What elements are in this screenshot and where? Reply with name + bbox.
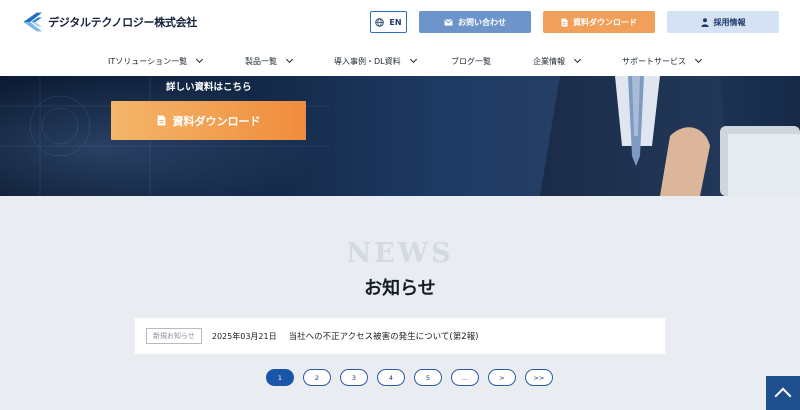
language-label: EN	[389, 17, 402, 27]
site-header: デジタルテクノロジー株式会社 EN お問い合わせ 資料ダウンロード 採用情報 I…	[0, 0, 800, 76]
download-label: 資料ダウンロード	[573, 17, 637, 27]
back-to-top-button[interactable]	[766, 376, 800, 410]
news-item[interactable]: 新規お知らせ 2025年03月21日 当社への不正アクセス被害の発生について(第…	[135, 318, 665, 354]
main-nav: ITソリューション一覧 製品一覧 導入事例・DL資料 ブログ一覧 企業情報 サポ…	[0, 52, 800, 70]
page-1-button[interactable]: 1	[266, 369, 294, 386]
chevron-up-icon	[774, 387, 792, 405]
nav-item-blog[interactable]: ブログ一覧	[451, 52, 491, 70]
news-heading-ja: お知らせ	[364, 278, 436, 299]
nav-item-label: サポートサービス	[622, 56, 686, 66]
nav-item-label: ブログ一覧	[451, 56, 491, 66]
download-button[interactable]: 資料ダウンロード	[543, 11, 655, 33]
header-actions: EN お問い合わせ 資料ダウンロード 採用情報	[370, 11, 779, 33]
chevron-down-icon	[285, 55, 294, 64]
page-4-button[interactable]: 4	[377, 369, 405, 386]
company-name: デジタルテクノロジー株式会社	[48, 16, 197, 29]
person-icon	[700, 17, 709, 27]
recruit-label: 採用情報	[713, 17, 746, 27]
chevron-down-icon	[694, 55, 703, 64]
news-title: 当社への不正アクセス被害の発生について(第2報)	[288, 332, 479, 342]
nav-item-support[interactable]: サポートサービス	[622, 52, 703, 70]
businessman-photo	[540, 76, 800, 196]
page-2-button[interactable]: 2	[303, 369, 331, 386]
chevron-down-icon	[196, 55, 204, 64]
page-5-button[interactable]: 5	[414, 369, 442, 386]
nav-item-products[interactable]: 製品一覧	[245, 52, 294, 70]
next-page-button[interactable]: >	[488, 369, 516, 386]
nav-item-label: 導入事例・DL資料	[334, 56, 401, 66]
nav-item-company[interactable]: 企業情報	[533, 52, 582, 70]
page-ellipsis: …	[451, 369, 479, 386]
last-page-button[interactable]: >>	[525, 369, 553, 386]
page-3-button[interactable]: 3	[340, 369, 368, 386]
hero-download-button[interactable]: 資料ダウンロード	[111, 101, 306, 140]
nav-item-label: 企業情報	[533, 56, 565, 66]
company-logo[interactable]: デジタルテクノロジー株式会社	[22, 6, 197, 38]
chevron-down-icon	[573, 55, 582, 64]
contact-button[interactable]: お問い合わせ	[419, 11, 531, 33]
news-date: 2025年03月21日	[211, 331, 277, 341]
contact-label: お問い合わせ	[458, 17, 506, 27]
hero-subtitle: 詳しい資料はこちら	[166, 82, 252, 93]
document-icon	[157, 115, 166, 126]
document-icon	[561, 18, 568, 27]
recruit-button[interactable]: 採用情報	[667, 11, 779, 33]
nav-item-label: ITソリューション一覧	[108, 56, 188, 66]
news-tag-badge: 新規お知らせ	[146, 328, 202, 344]
logo-mark-icon	[23, 12, 43, 32]
pagination: 1 2 3 4 5 … > >>	[266, 369, 562, 386]
nav-item-case-studies[interactable]: 導入事例・DL資料	[334, 52, 417, 70]
chevron-down-icon	[409, 55, 417, 64]
hero-banner: 詳しい資料はこちら 資料ダウンロード	[0, 76, 800, 196]
globe-icon	[375, 17, 385, 27]
nav-item-it-solutions[interactable]: ITソリューション一覧	[108, 52, 204, 70]
hero-cta-label: 資料ダウンロード	[172, 114, 261, 128]
news-heading-en: NEWS	[346, 238, 454, 269]
nav-item-label: 製品一覧	[245, 56, 277, 66]
mail-icon	[444, 18, 453, 26]
language-button[interactable]: EN	[370, 11, 407, 33]
